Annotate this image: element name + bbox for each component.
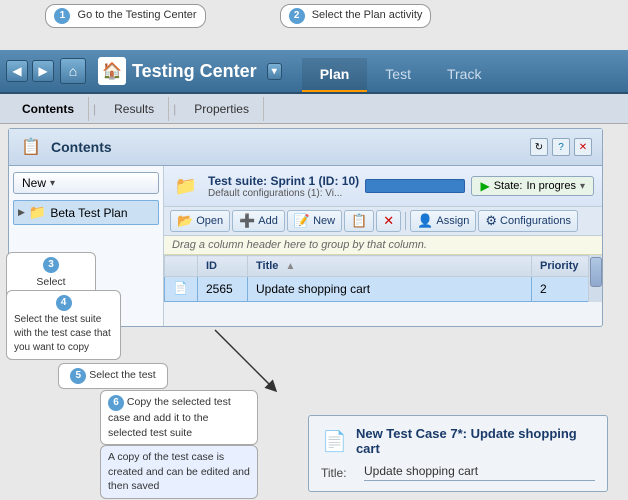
- annotation-5-container: 5 Select the test: [58, 363, 168, 389]
- assign-button[interactable]: 👤 Assign: [410, 210, 476, 232]
- suite-text-block: Test suite: Sprint 1 (ID: 10) Default co…: [208, 174, 359, 199]
- annotation-2: 2 Select the Plan activity: [280, 4, 432, 28]
- result-field-value: Update shopping cart: [364, 464, 595, 481]
- new-dropdown-arrow: ▾: [50, 178, 55, 189]
- scrollbar[interactable]: [588, 255, 602, 302]
- result-panel: 📄 New Test Case 7*: Update shopping cart…: [308, 415, 608, 492]
- tree-item-beta-test-plan[interactable]: ▶ 📁 Beta Test Plan: [13, 200, 159, 225]
- open-icon: 📂: [177, 213, 193, 229]
- col-id[interactable]: ID: [198, 256, 248, 277]
- testing-center-icon: 🏠: [98, 57, 126, 85]
- content-toolbar: 📂 Open ➕ Add 📝 New 📋 ✕: [164, 207, 602, 236]
- suite-header: 📁 Test suite: Sprint 1 (ID: 10) Default …: [164, 166, 602, 207]
- add-button[interactable]: ➕ Add: [232, 210, 285, 232]
- new-dropdown-button[interactable]: New ▾: [13, 172, 159, 194]
- col-checkbox: [165, 256, 198, 277]
- annotation-7: A copy of the test case is created and c…: [100, 445, 258, 499]
- delete-button[interactable]: ✕: [376, 210, 401, 232]
- panel-header-buttons: ↻ ? ✕: [530, 138, 592, 156]
- scrollbar-thumb[interactable]: [590, 257, 602, 287]
- row-id: 2565: [198, 277, 248, 302]
- annotation-4: 4 Select the test suite with the test ca…: [6, 290, 121, 360]
- result-field: Title: Update shopping cart: [321, 464, 595, 481]
- state-badge: ▶ State: In progres ▾: [471, 176, 594, 196]
- subtabs: Contents | Results | Properties: [0, 94, 628, 124]
- drag-hint: Drag a column header here to group by th…: [164, 236, 602, 255]
- state-dropdown-icon[interactable]: ▾: [580, 181, 585, 192]
- result-panel-title: 📄 New Test Case 7*: Update shopping cart: [321, 426, 595, 456]
- subtab-properties[interactable]: Properties: [180, 97, 264, 121]
- title-dropdown-button[interactable]: ▾: [267, 63, 282, 80]
- tab-track[interactable]: Track: [429, 58, 499, 92]
- nav-title: 🏠 Testing Center ▾: [98, 57, 282, 85]
- home-button[interactable]: ⌂: [60, 58, 86, 84]
- new-icon: 📝: [294, 213, 310, 229]
- tree-item-icon: 📁: [29, 204, 46, 221]
- panel-header: 📋 Contents ↻ ? ✕: [9, 129, 602, 166]
- result-panel-icon: 📄: [321, 427, 348, 455]
- row-checkbox[interactable]: 📄: [165, 277, 198, 302]
- result-field-label: Title:: [321, 466, 356, 480]
- data-table: ID Title ▲ Priority: [164, 255, 602, 302]
- copy-button[interactable]: 📋: [344, 210, 374, 232]
- help-button[interactable]: ?: [552, 138, 570, 156]
- col-title[interactable]: Title ▲: [248, 256, 532, 277]
- annotation-4-container: 4 Select the test suite with the test ca…: [6, 290, 121, 360]
- back-button[interactable]: ◀: [6, 60, 28, 82]
- nav-back-forward: ◀ ▶ ⌂: [0, 58, 94, 84]
- refresh-button[interactable]: ↻: [530, 138, 548, 156]
- delete-icon: ✕: [383, 213, 394, 229]
- subtab-contents[interactable]: Contents: [8, 97, 89, 121]
- config-icon: ⚙: [485, 213, 497, 229]
- curved-arrow: [175, 320, 295, 400]
- annotation-1: 1 Go to the Testing Center: [45, 4, 205, 28]
- add-icon: ➕: [239, 213, 255, 229]
- copy-icon: 📋: [351, 213, 367, 229]
- configurations-button[interactable]: ⚙ Configurations: [478, 210, 578, 232]
- nav-tabs: Plan Test Track: [302, 50, 500, 92]
- panel-title-icon: 📋: [19, 135, 43, 159]
- tree-arrow-icon: ▶: [18, 207, 25, 218]
- panel-title: 📋 Contents: [19, 135, 112, 159]
- state-progress-bar: [365, 179, 465, 193]
- table-row[interactable]: 📄 2565 Update shopping cart 2: [165, 277, 602, 302]
- toolbar-separator: [405, 212, 406, 230]
- assign-icon: 👤: [417, 213, 433, 229]
- annotation-5: 5 Select the test: [58, 363, 168, 389]
- annotation-7-container: A copy of the test case is created and c…: [100, 445, 258, 499]
- new-button[interactable]: 📝 New: [287, 210, 342, 232]
- suite-info: 📁 Test suite: Sprint 1 (ID: 10) Default …: [172, 172, 359, 200]
- row-title: Update shopping cart: [248, 277, 532, 302]
- tab-test[interactable]: Test: [367, 58, 429, 92]
- open-button[interactable]: 📂 Open: [170, 210, 230, 232]
- tab-plan[interactable]: Plan: [302, 58, 368, 92]
- forward-button[interactable]: ▶: [32, 60, 54, 82]
- content-right: 📁 Test suite: Sprint 1 (ID: 10) Default …: [164, 166, 602, 326]
- close-panel-button[interactable]: ✕: [574, 138, 592, 156]
- navbar: ◀ ▶ ⌂ 🏠 Testing Center ▾ Plan Test Track: [0, 50, 628, 94]
- subtab-results[interactable]: Results: [100, 97, 169, 121]
- row-type-icon: 📄: [173, 281, 189, 297]
- suite-icon: 📁: [172, 172, 200, 200]
- state-play-icon: ▶: [480, 179, 489, 193]
